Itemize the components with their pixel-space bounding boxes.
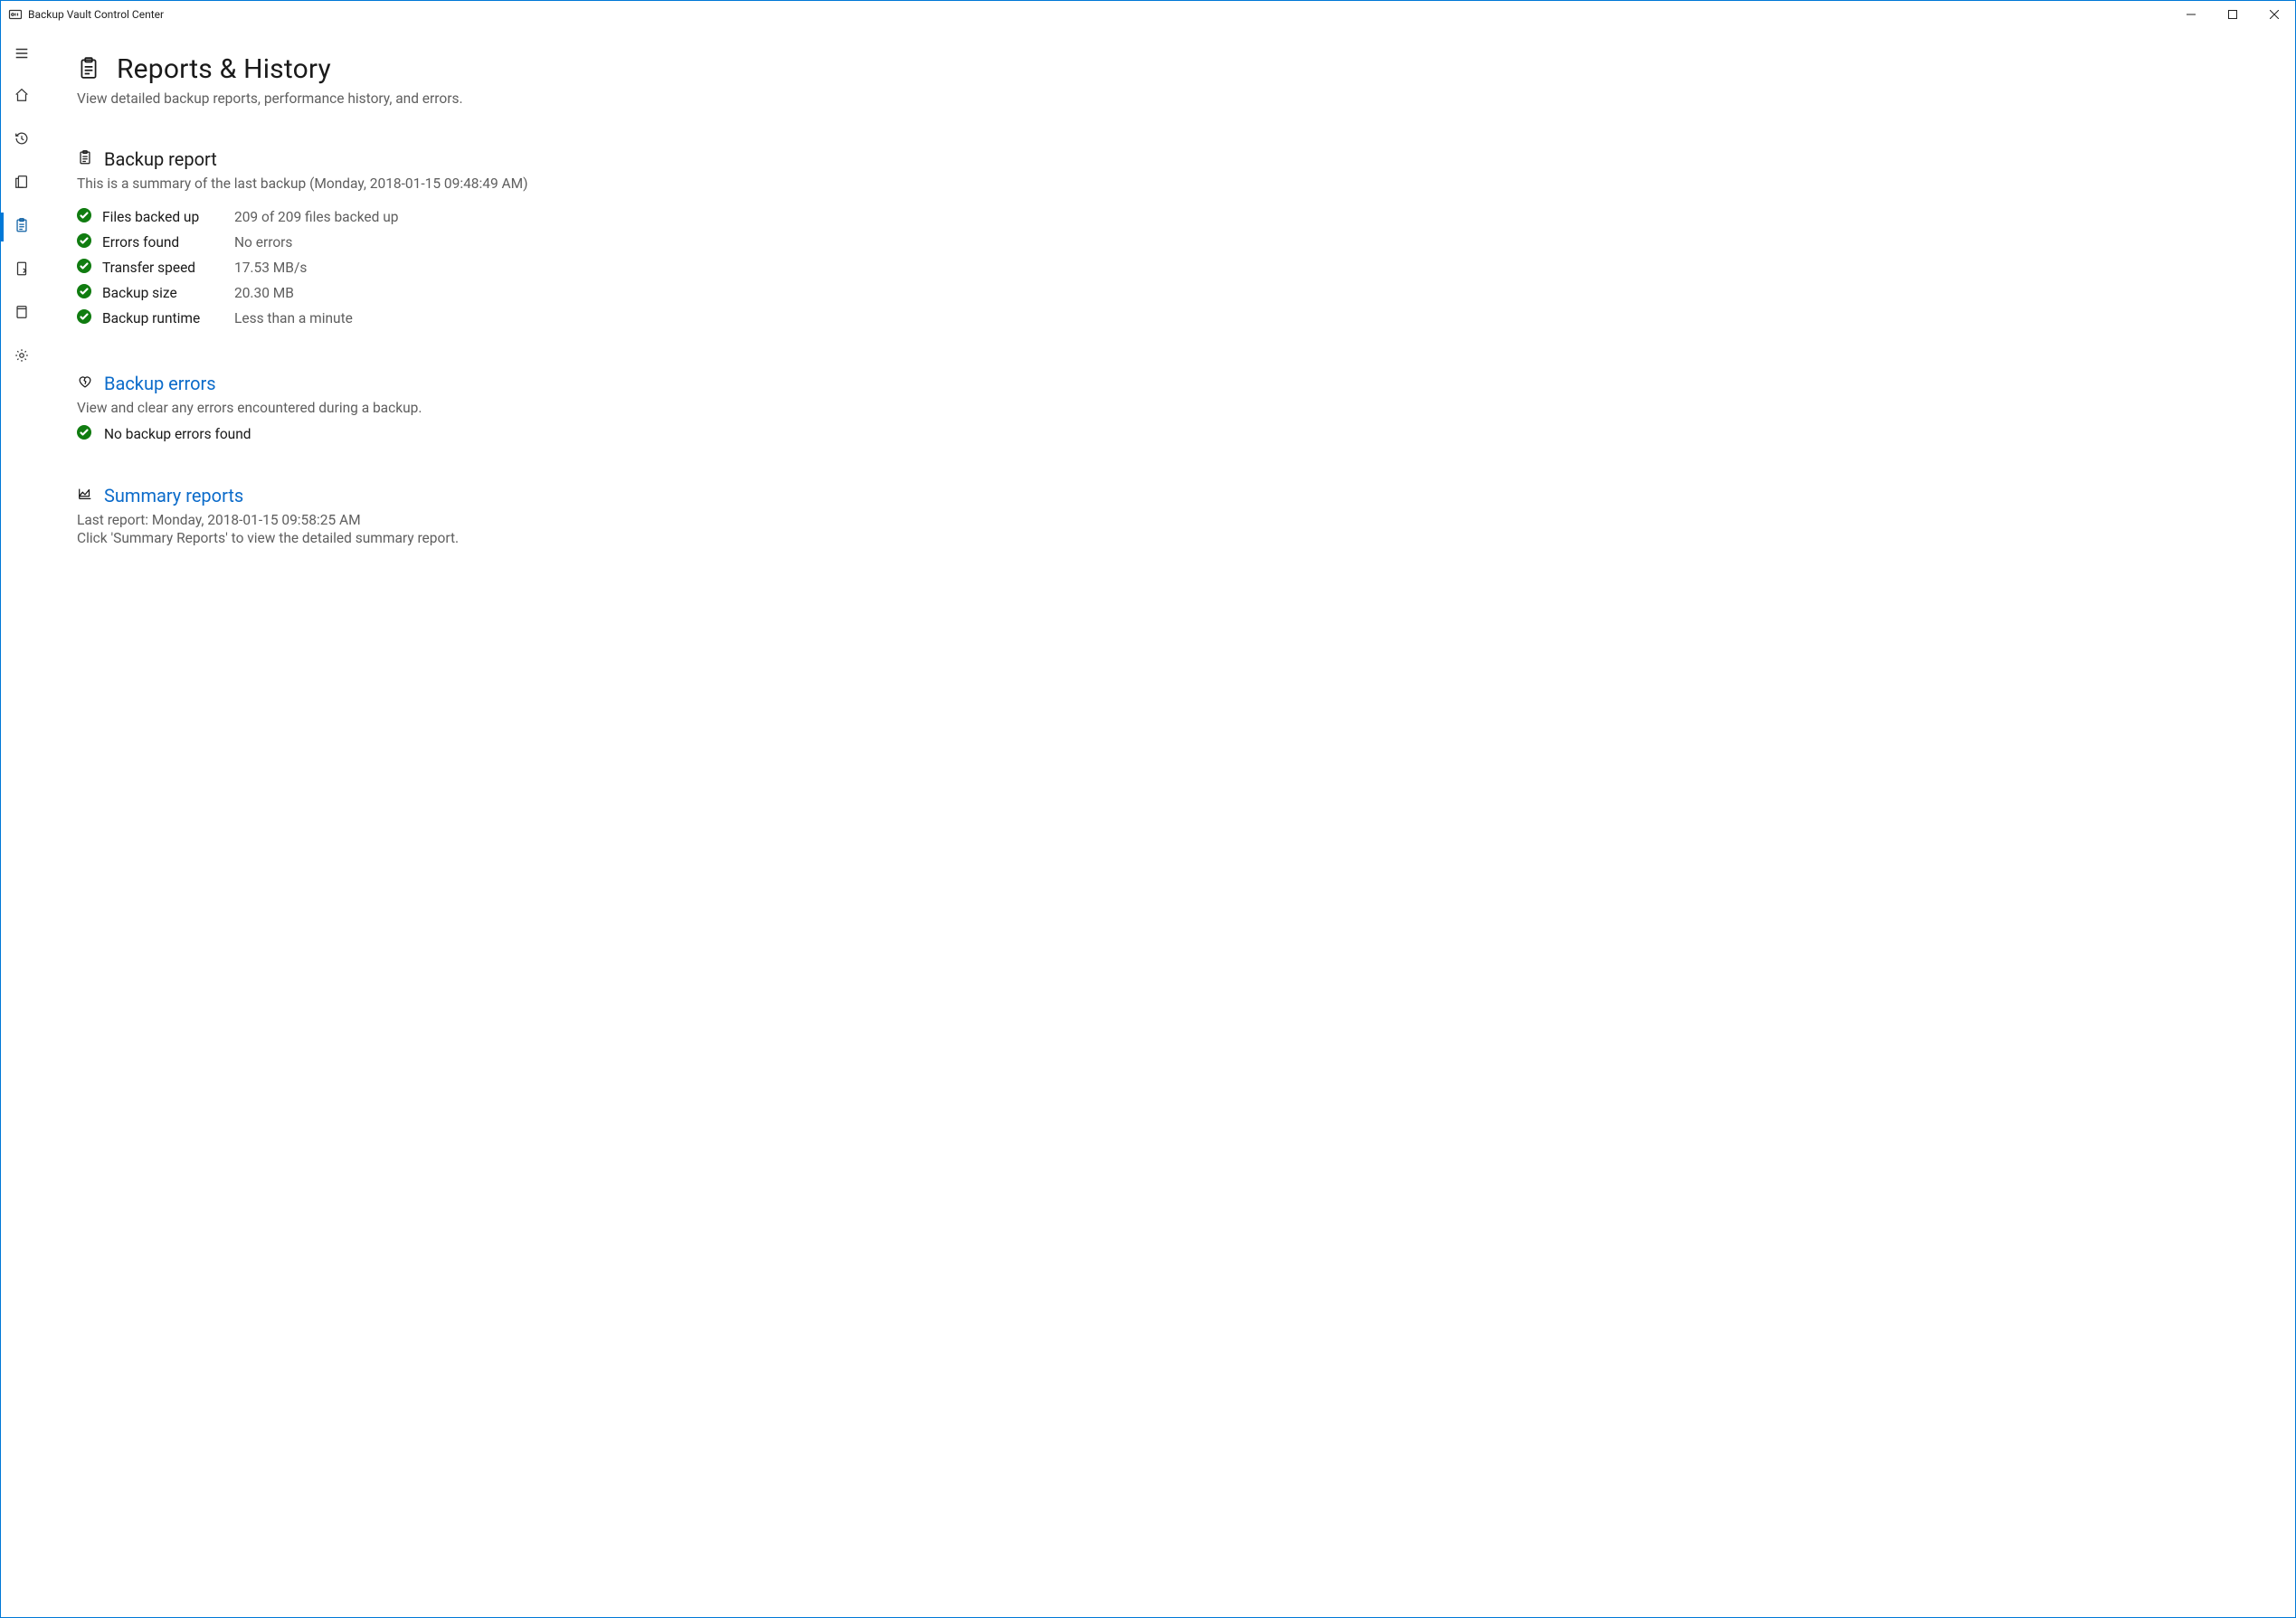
report-label: Backup size	[102, 285, 229, 301]
backup-errors-link[interactable]: Backup errors	[104, 373, 216, 394]
summary-reports-section: Summary reports Last report: Monday, 201…	[77, 485, 2259, 546]
report-row: Transfer speed 17.53 MB/s	[77, 255, 2259, 280]
report-row: Backup size 20.30 MB	[77, 280, 2259, 306]
window-title: Backup Vault Control Center	[28, 8, 164, 21]
restore-icon	[14, 260, 30, 280]
check-icon	[77, 309, 97, 327]
backup-report-section: Backup report This is a summary of the l…	[77, 148, 2259, 331]
report-label: Files backed up	[102, 209, 229, 225]
home-icon	[14, 87, 30, 107]
body-area: Reports & History View detailed backup r…	[1, 28, 2295, 1617]
nav-explore[interactable]	[1, 162, 43, 205]
report-value: 20.30 MB	[234, 285, 2259, 301]
report-label: Transfer speed	[102, 260, 229, 276]
backup-errors-section: Backup errors View and clear any errors …	[77, 373, 2259, 443]
report-row: Files backed up 209 of 209 files backed …	[77, 204, 2259, 230]
summary-hint: Click 'Summary Reports' to view the deta…	[77, 530, 2259, 546]
nav-settings[interactable]	[1, 336, 43, 379]
area-chart-icon	[77, 486, 93, 506]
gear-icon	[14, 347, 30, 367]
report-row: Backup runtime Less than a minute	[77, 306, 2259, 331]
hamburger-menu-button[interactable]	[1, 32, 43, 75]
check-icon	[77, 233, 97, 251]
report-value: 209 of 209 files backed up	[234, 209, 2259, 225]
book-icon	[14, 304, 30, 324]
app-window: Backup Vault Control Center	[0, 0, 2296, 1618]
report-value: Less than a minute	[234, 310, 2259, 326]
check-icon	[77, 425, 91, 443]
check-icon	[77, 259, 97, 277]
history-icon	[14, 130, 30, 150]
backup-report-title: Backup report	[104, 148, 217, 170]
nav-restore[interactable]	[1, 249, 43, 292]
title-bar: Backup Vault Control Center	[1, 1, 2295, 28]
backup-report-table: Files backed up 209 of 209 files backed …	[77, 204, 2259, 331]
page-title: Reports & History	[117, 53, 331, 85]
clipboard-icon	[77, 149, 93, 169]
nav-home[interactable]	[1, 75, 43, 118]
sidebar	[1, 28, 43, 1617]
app-icon	[8, 7, 23, 22]
report-value: No errors	[234, 234, 2259, 251]
nav-logs[interactable]	[1, 292, 43, 336]
summary-last-report: Last report: Monday, 2018-01-15 09:58:25…	[77, 512, 2259, 528]
page-subtitle: View detailed backup reports, performanc…	[77, 90, 2259, 107]
report-value: 17.53 MB/s	[234, 260, 2259, 276]
clipboard-icon	[14, 217, 30, 237]
backup-errors-status: No backup errors found	[104, 426, 251, 442]
explore-icon	[14, 174, 30, 194]
check-icon	[77, 208, 97, 226]
close-button[interactable]	[2253, 1, 2295, 28]
backup-errors-subtitle: View and clear any errors encountered du…	[77, 400, 2259, 416]
page-header: Reports & History	[77, 53, 2259, 85]
nav-history[interactable]	[1, 118, 43, 162]
heart-break-icon	[77, 374, 93, 393]
summary-reports-link[interactable]: Summary reports	[104, 485, 243, 506]
report-label: Errors found	[102, 234, 229, 251]
minimize-button[interactable]	[2170, 1, 2212, 28]
nav-reports[interactable]	[1, 205, 43, 249]
maximize-button[interactable]	[2212, 1, 2253, 28]
report-label: Backup runtime	[102, 310, 229, 326]
check-icon	[77, 284, 97, 302]
backup-report-subtitle: This is a summary of the last backup (Mo…	[77, 175, 2259, 192]
main-content: Reports & History View detailed backup r…	[43, 28, 2295, 1617]
clipboard-icon	[77, 56, 100, 83]
backup-errors-status-line: No backup errors found	[77, 425, 2259, 443]
report-row: Errors found No errors	[77, 230, 2259, 255]
